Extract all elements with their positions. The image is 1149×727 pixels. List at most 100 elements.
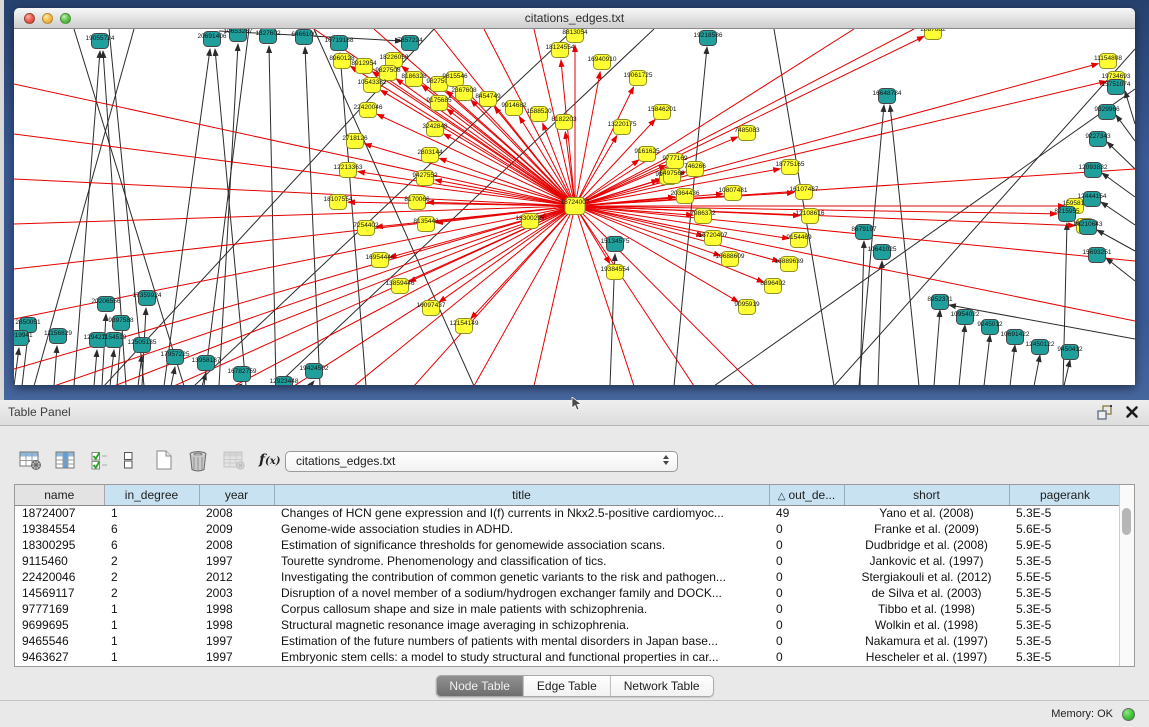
network-node[interactable]: 8182203: [551, 115, 577, 130]
network-node[interactable]: 12093832: [1079, 163, 1108, 178]
tab-network-table[interactable]: Network Table: [611, 676, 713, 696]
network-node[interactable]: 8186328: [401, 72, 427, 87]
network-node[interactable]: 9227343: [1085, 132, 1111, 147]
node-table[interactable]: namein_degreeyeartitle△out_de...shortpag…: [14, 484, 1135, 667]
network-node[interactable]: 7485083: [734, 126, 760, 141]
network-node[interactable]: 16720407: [699, 231, 728, 246]
column-header-title[interactable]: title: [274, 485, 769, 505]
network-node[interactable]: 8912954: [351, 59, 377, 74]
network-node[interactable]: 12923448: [270, 377, 299, 386]
select-all-icon[interactable]: [87, 447, 112, 473]
network-node[interactable]: 20691406: [198, 32, 227, 47]
table-row[interactable]: 1938455462009Genome-wide association stu…: [15, 521, 1121, 537]
table-selector-dropdown[interactable]: citations_edges.txt: [285, 451, 678, 472]
network-node[interactable]: 8896492: [760, 279, 786, 294]
network-node[interactable]: 9329966: [1094, 105, 1120, 120]
network-node[interactable]: 8952371: [927, 295, 953, 310]
network-node[interactable]: 17957225: [161, 350, 190, 365]
table-scrollbar-thumb[interactable]: [1122, 508, 1131, 535]
network-node[interactable]: 15846201: [648, 105, 677, 120]
column-header-short[interactable]: short: [844, 485, 1009, 505]
tab-node-table[interactable]: Node Table: [436, 676, 524, 696]
column-header-name[interactable]: name: [15, 485, 104, 505]
network-node[interactable]: 20364436: [671, 189, 700, 204]
table-row[interactable]: 2242004622012Investigating the contribut…: [15, 569, 1121, 585]
network-node[interactable]: 9914682: [501, 101, 527, 116]
table-row[interactable]: 969969511998Structural magnetic resonanc…: [15, 617, 1121, 633]
function-builder-icon[interactable]: f(x): [256, 447, 283, 473]
tab-edge-table[interactable]: Edge Table: [524, 676, 611, 696]
table-row[interactable]: 1456911722003Disruption of a novel membe…: [15, 585, 1121, 601]
network-node[interactable]: 13958187: [192, 356, 221, 371]
network-view[interactable]: 8960128891295418226058982750810543382818…: [14, 29, 1135, 385]
table-row[interactable]: 911546021997Tourette syndrome. Phenomeno…: [15, 553, 1121, 569]
table-row[interactable]: 977716911998Corpus callosum shape and si…: [15, 601, 1121, 617]
close-icon[interactable]: [1125, 405, 1139, 419]
network-node[interactable]: 9245012: [977, 320, 1003, 335]
network-node[interactable]: 19424502: [300, 364, 329, 379]
network-node[interactable]: 18124554: [546, 43, 575, 58]
network-node[interactable]: 6466100: [291, 30, 317, 45]
network-window[interactable]: citations_edges.txt 89601288912954182260…: [14, 8, 1135, 385]
network-node[interactable]: 15693251: [1083, 248, 1112, 263]
network-node[interactable]: 3919941: [14, 331, 33, 346]
network-node[interactable]: 16889639: [775, 257, 804, 272]
network-node[interactable]: 19061725: [624, 71, 653, 86]
network-node[interactable]: 2087682: [920, 29, 946, 40]
network-node[interactable]: 13220175: [608, 120, 637, 135]
table-row[interactable]: 946362711997Embryonic stem cells: a mode…: [15, 649, 1121, 665]
network-node[interactable]: 8813054: [562, 29, 588, 43]
network-node[interactable]: 1327602: [255, 29, 281, 44]
column-header-pagerank[interactable]: pagerank: [1009, 485, 1121, 505]
network-node[interactable]: 19218586: [694, 31, 723, 46]
network-node[interactable]: 18300295: [516, 214, 545, 229]
network-node[interactable]: 16782759: [228, 367, 257, 382]
float-window-icon[interactable]: [1096, 404, 1113, 420]
network-node[interactable]: 11156829: [44, 329, 72, 344]
network-node[interactable]: 12108616: [796, 209, 825, 224]
network-node[interactable]: 12154149: [450, 319, 479, 334]
network-node[interactable]: 20206556: [92, 297, 121, 312]
citation-network-canvas[interactable]: 8960128891295418226058982750810543382818…: [14, 29, 1135, 385]
show-column-icon[interactable]: [52, 447, 80, 473]
table-scrollbar[interactable]: [1119, 485, 1134, 666]
network-node[interactable]: 11154808: [1094, 54, 1122, 69]
network-node[interactable]: 8679197: [851, 225, 877, 240]
network-node[interactable]: 18775165: [776, 160, 805, 175]
network-node[interactable]: 7857224: [397, 36, 423, 51]
network-node[interactable]: 9161625: [634, 147, 660, 162]
network-window-titlebar[interactable]: citations_edges.txt: [14, 8, 1135, 29]
network-node[interactable]: 12505135: [128, 338, 157, 353]
network-node[interactable]: 10954022: [951, 310, 980, 325]
table-row[interactable]: 946554611997Estimation of the future num…: [15, 633, 1121, 649]
delete-column-icon[interactable]: [184, 447, 213, 473]
network-node[interactable]: 17359924: [133, 291, 162, 306]
network-node[interactable]: 9154469: [786, 233, 812, 248]
network-node[interactable]: 9095919: [734, 300, 760, 315]
network-node[interactable]: 12450122: [1026, 340, 1055, 355]
delete-table-icon[interactable]: [220, 447, 249, 473]
network-node[interactable]: 16648784: [873, 89, 902, 104]
network-node[interactable]: 8170066: [404, 195, 430, 210]
network-node[interactable]: 15134575: [601, 237, 630, 252]
clear-selection-icon[interactable]: [119, 447, 138, 473]
network-node[interactable]: 8135443: [413, 217, 439, 232]
column-header-year[interactable]: year: [199, 485, 274, 505]
network-node[interactable]: 15751074: [1102, 80, 1131, 95]
column-header-in_degree[interactable]: in_degree: [104, 485, 199, 505]
network-node[interactable]: 16940910: [588, 55, 617, 70]
network-node[interactable]: 2718126: [342, 134, 368, 149]
network-node[interactable]: 10543382: [358, 78, 387, 93]
network-node[interactable]: 7986372: [690, 209, 716, 224]
new-column-icon[interactable]: [150, 447, 177, 473]
table-mode-icon[interactable]: [16, 447, 45, 473]
network-node[interactable]: 18107554: [324, 195, 353, 210]
network-node[interactable]: 16107487: [790, 185, 819, 200]
table-row[interactable]: 1872400712008Changes of HCN gene express…: [15, 505, 1121, 521]
network-node[interactable]: 10807481: [719, 186, 748, 201]
network-node[interactable]: 10719188: [325, 36, 354, 51]
table-row[interactable]: 1830029562008Estimation of significance …: [15, 537, 1121, 553]
network-node[interactable]: 9397588: [108, 316, 134, 331]
network-node[interactable]: 13859446: [386, 279, 415, 294]
column-header-out_degree[interactable]: △out_de...: [769, 485, 844, 505]
